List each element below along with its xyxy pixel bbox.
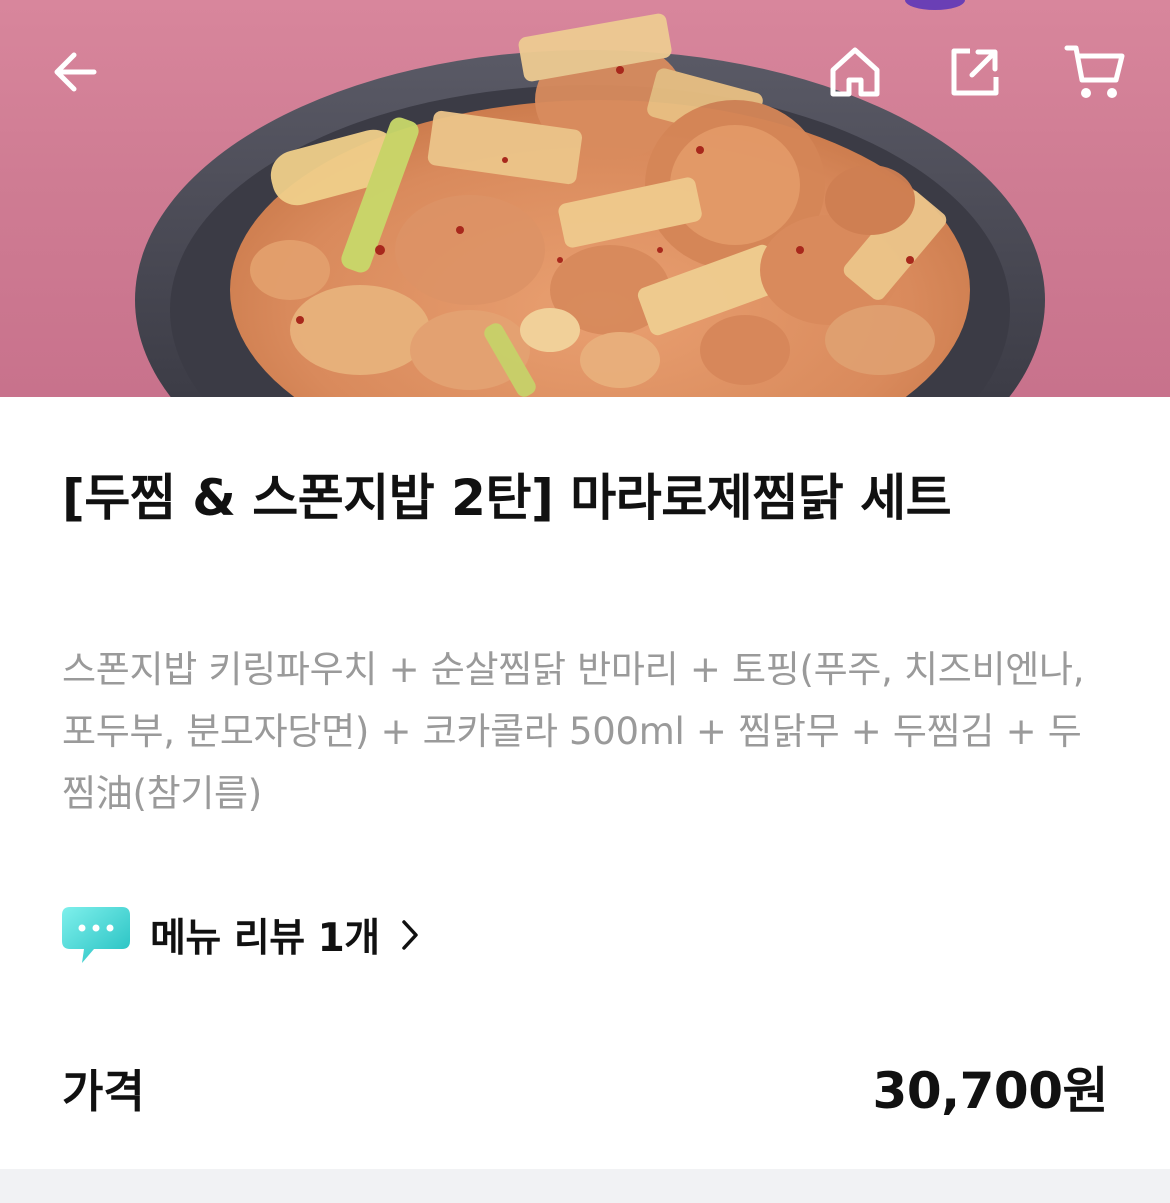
- product-info-section: [두찜 & 스폰지밥 2탄] 마라로제찜닭 세트 스폰지밥 키링파우치 + 순살…: [0, 397, 1170, 1169]
- price-value: 30,700원: [872, 1062, 1109, 1120]
- cart-button[interactable]: [1055, 32, 1135, 112]
- home-button[interactable]: [815, 32, 895, 112]
- back-button[interactable]: [35, 32, 115, 112]
- hero-food-image: [0, 0, 1170, 397]
- chevron-right-icon: [401, 920, 418, 950]
- arrow-left-icon: [54, 52, 97, 92]
- menu-detail-screen: [두찜 & 스폰지밥 2탄] 마라로제찜닭 세트 스폰지밥 키링파우치 + 순살…: [0, 0, 1170, 1203]
- home-icon: [830, 47, 880, 97]
- review-count-label: 메뉴 리뷰 1개: [150, 916, 380, 961]
- section-divider: [0, 1169, 1170, 1203]
- menu-review-link[interactable]: 메뉴 리뷰 1개: [60, 900, 420, 970]
- share-icon: [951, 48, 999, 96]
- product-description: 스폰지밥 키링파우치 + 순살찜닭 반마리 + 토핑(푸주, 치즈비엔나, 포두…: [62, 648, 1085, 815]
- cart-icon: [1064, 45, 1125, 98]
- price-row: 가격 30,700원: [62, 1052, 1109, 1122]
- product-title: [두찜 & 스폰지밥 2탄] 마라로제찜닭 세트: [62, 469, 952, 527]
- price-label: 가격: [62, 1064, 145, 1118]
- speech-bubble-icon: [62, 907, 130, 963]
- share-button[interactable]: [935, 32, 1015, 112]
